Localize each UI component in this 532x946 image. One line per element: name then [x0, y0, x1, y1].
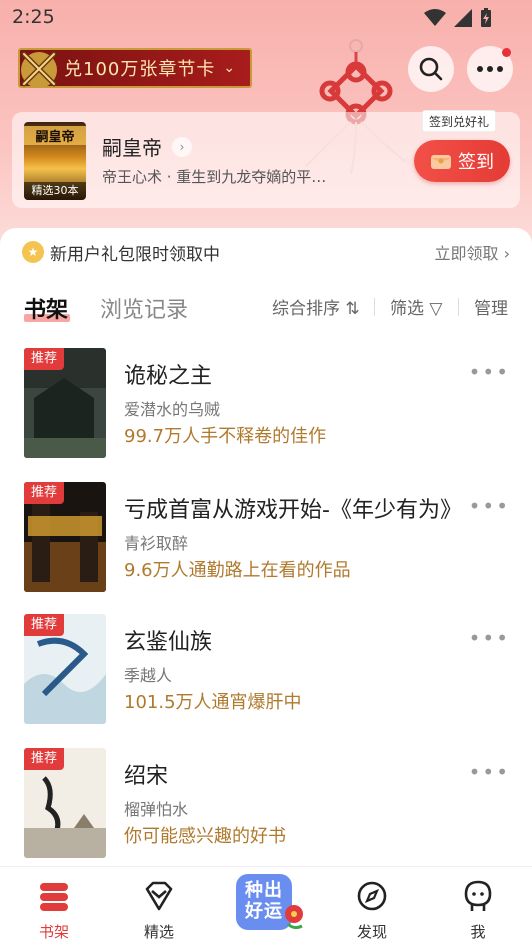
status-time: 2:25: [12, 6, 55, 28]
recommend-tag: 推荐: [24, 748, 64, 770]
book-author: 爱潜水的乌贼: [124, 400, 221, 419]
nav-bookshelf[interactable]: 书架: [14, 867, 94, 946]
signal-icon: [454, 9, 472, 27]
book-row[interactable]: 推荐 绍宋 榴弹怕水 你可能感兴趣的好书 •••: [24, 748, 514, 858]
book-cover[interactable]: 推荐: [24, 748, 106, 858]
more-menu-button[interactable]: [467, 46, 513, 92]
nav-featured[interactable]: 精选: [119, 867, 199, 946]
book-tagline: 9.6万人通勤路上在看的作品: [124, 560, 351, 581]
book-more-button[interactable]: •••: [469, 360, 510, 384]
book-more-button[interactable]: •••: [469, 626, 510, 650]
book-title: 玄鉴仙族: [124, 630, 213, 655]
chevron-down-icon: ⌄: [223, 60, 237, 76]
banner-label: 兑100万张章节卡: [64, 59, 216, 80]
promo-label: 种出好运: [245, 880, 283, 922]
shelf-tabs-row: 书架 浏览记录 综合排序 ⇅ 筛选 ▽ 管理: [24, 292, 512, 326]
nav-label: 发现: [356, 923, 387, 941]
search-icon: [419, 57, 443, 81]
battery-icon: [481, 8, 491, 27]
recommend-tag: 推荐: [24, 614, 64, 636]
gift-text: 新用户礼包限时领取中: [50, 244, 220, 265]
diamond-icon: [145, 881, 173, 911]
recommend-tag: 推荐: [24, 348, 64, 370]
book-title: 亏成首富从游戏开始-《年少有为》: [124, 498, 462, 523]
book-title: 诡秘之主: [124, 364, 213, 389]
tab-bookshelf[interactable]: 书架: [24, 292, 68, 324]
cover-tag: 精选30本: [24, 182, 86, 200]
profile-icon: [464, 880, 492, 911]
current-book-cover[interactable]: 嗣皇帝 精选30本: [24, 122, 86, 200]
cover-title: 嗣皇帝: [24, 126, 86, 145]
status-icons: [424, 8, 492, 28]
gift-claim-link[interactable]: 立即领取 ›: [435, 240, 511, 264]
recommend-tag: 推荐: [24, 482, 64, 504]
manage-button[interactable]: 管理: [474, 294, 508, 319]
compass-icon: [357, 881, 387, 911]
divider: [458, 298, 459, 316]
tab-history[interactable]: 浏览记录: [100, 292, 188, 324]
exchange-banner[interactable]: 兑100万张章节卡 ⌄: [18, 48, 252, 88]
notification-dot: [502, 48, 511, 57]
book-row[interactable]: 推荐 亏成首富从游戏开始-《年少有为》 青衫取醉 9.6万人通勤路上在看的作品 …: [24, 482, 514, 592]
coin-icon: ★: [22, 241, 44, 263]
wifi-icon: [424, 9, 446, 26]
current-book-title: 嗣皇帝: [102, 136, 162, 160]
book-author: 季越人: [124, 666, 173, 685]
book-tagline: 你可能感兴趣的好书: [124, 826, 286, 847]
status-bar: 2:25: [0, 0, 532, 36]
nav-discover[interactable]: 发现: [332, 867, 412, 946]
nav-label: 我: [470, 923, 486, 941]
swords-emblem-icon: [21, 51, 57, 88]
search-button[interactable]: [408, 46, 454, 92]
nav-label: 书架: [38, 923, 69, 941]
current-book-desc: 帝王心术 · 重生到九龙夺嫡的平…: [102, 168, 327, 186]
book-tagline: 101.5万人通宵爆肝中: [124, 692, 302, 713]
nav-label: 精选: [143, 923, 174, 941]
red-envelope-icon: [431, 155, 451, 169]
book-cover[interactable]: 推荐: [24, 348, 106, 458]
promo-lucky-button[interactable]: 种出好运: [232, 870, 308, 934]
chevron-right-icon: ›: [172, 136, 192, 157]
book-more-button[interactable]: •••: [469, 760, 510, 784]
book-row[interactable]: 推荐 诡秘之主 爱潜水的乌贼 99.7万人手不释卷的佳作 •••: [24, 348, 514, 458]
book-cover[interactable]: 推荐: [24, 482, 106, 592]
book-title: 绍宋: [124, 764, 169, 789]
current-book-title-row[interactable]: 嗣皇帝 ›: [102, 132, 192, 161]
sort-button[interactable]: 综合排序 ⇅: [272, 294, 360, 319]
book-row[interactable]: 推荐 玄鉴仙族 季越人 101.5万人通宵爆肝中 •••: [24, 614, 514, 724]
bookshelf-icon: [40, 883, 68, 911]
book-author: 榴弹怕水: [124, 800, 189, 819]
checkin-button[interactable]: 签到: [414, 140, 510, 182]
more-icon: [477, 66, 503, 72]
new-user-gift-row[interactable]: ★ 新用户礼包限时领取中 立即领取 ›: [22, 240, 511, 265]
divider: [374, 298, 375, 316]
filter-button[interactable]: 筛选 ▽: [390, 294, 442, 319]
book-author: 青衫取醉: [124, 534, 189, 553]
book-more-button[interactable]: •••: [469, 494, 510, 518]
nav-me[interactable]: 我: [438, 867, 518, 946]
checkin-tip: 签到兑好礼: [422, 110, 497, 132]
checkin-label: 签到: [458, 152, 494, 173]
book-cover[interactable]: 推荐: [24, 614, 106, 724]
book-tagline: 99.7万人手不释卷的佳作: [124, 426, 327, 447]
